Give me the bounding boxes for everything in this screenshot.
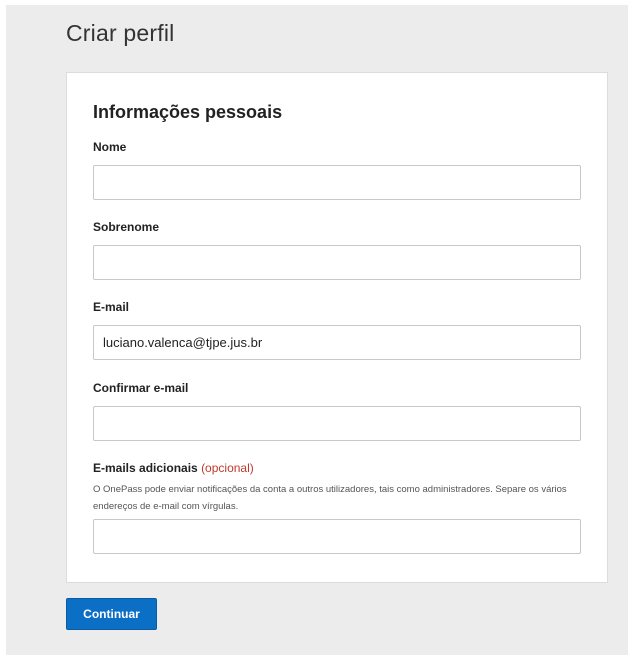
email-label: E-mail [93,300,130,314]
email-input[interactable] [93,325,581,360]
additional-emails-label-row: E-mails adicionais (opcional) [93,461,254,475]
additional-emails-label: E-mails adicionais [93,461,198,475]
additional-emails-input[interactable] [93,519,581,554]
confirm-email-label: Confirmar e-mail [93,381,189,395]
page-title: Criar perfil [66,20,175,46]
optional-tag: (opcional) [201,461,254,475]
sobrenome-input[interactable] [93,245,581,280]
page-background: Criar perfil Informações pessoais Nome S… [6,5,628,655]
section-title: Informações pessoais [93,102,283,122]
confirm-email-input[interactable] [93,406,581,441]
additional-emails-help: O OnePass pode enviar notificações da co… [93,484,567,512]
continue-button[interactable]: Continuar [66,598,157,630]
personal-info-card: Informações pessoais Nome Sobrenome E-ma… [66,72,608,583]
sobrenome-label: Sobrenome [93,220,160,234]
nome-input[interactable] [93,165,581,200]
nome-label: Nome [93,140,127,154]
